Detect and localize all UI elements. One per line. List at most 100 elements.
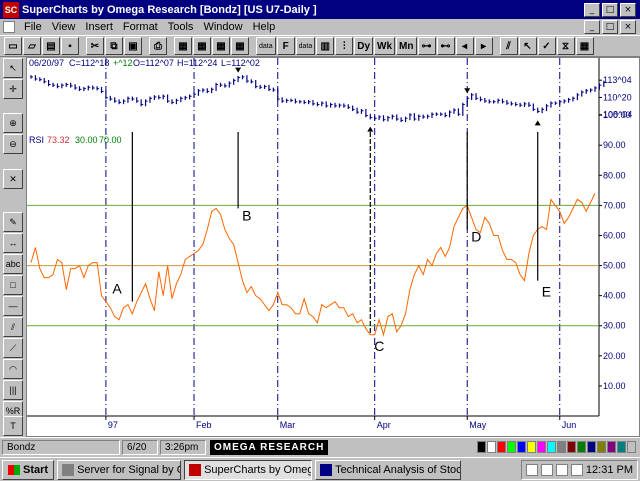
print-icon[interactable]: ⎙	[149, 37, 167, 55]
window-title: SuperCharts by Omega Research [Bondz] [U…	[22, 3, 317, 16]
rectangle-icon[interactable]: □	[3, 275, 23, 295]
indicator-icon[interactable]: ⫽	[499, 37, 518, 55]
color-swatch[interactable]	[507, 441, 516, 453]
arrow-pointer-icon[interactable]: ↖	[3, 58, 23, 78]
new-icon[interactable]: ▭	[4, 37, 22, 55]
color-swatch[interactable]	[487, 441, 496, 453]
rsi-label: RSI	[29, 135, 44, 145]
color-swatch[interactable]	[537, 441, 546, 453]
app-icon[interactable]: SC	[3, 1, 19, 18]
table-icon[interactable]: ▦	[231, 37, 249, 55]
color-swatch[interactable]	[587, 441, 596, 453]
clock[interactable]: 12:31 PM	[586, 464, 633, 476]
copy-icon[interactable]: ⧉	[105, 37, 123, 55]
color-swatch[interactable]	[607, 441, 616, 453]
menu-bar: File View Insert Format Tools Window Hel…	[0, 19, 640, 35]
close-icon[interactable]: ×	[620, 2, 636, 17]
menu-insert[interactable]: Insert	[80, 21, 118, 33]
horizontal-line-icon[interactable]: ↔	[3, 233, 23, 253]
menu-window[interactable]: Window	[198, 21, 247, 33]
tray-network-icon[interactable]	[525, 463, 538, 476]
cycle-lines-icon[interactable]: |||	[3, 380, 23, 400]
bar-chart-icon[interactable]: ▥	[316, 37, 335, 55]
doc-close-icon[interactable]: ×	[620, 20, 636, 34]
color-swatch[interactable]	[527, 441, 536, 453]
menu-view[interactable]: View	[47, 21, 81, 33]
chart-window[interactable]: 06/20/97 C=112^18 +^12 O=112^07 H=112^24…	[26, 57, 640, 437]
color-swatch[interactable]	[567, 441, 576, 453]
doc-restore-icon[interactable]: □	[602, 20, 618, 34]
doc-minimize-icon[interactable]: _	[584, 20, 600, 34]
color-swatch[interactable]	[597, 441, 606, 453]
zoom-out-icon[interactable]: ⊖	[3, 134, 23, 154]
line-tool-icon[interactable]: —	[3, 296, 23, 316]
trendline-icon[interactable]: T	[3, 416, 23, 436]
menu-tools[interactable]: Tools	[163, 21, 199, 33]
pointer-icon[interactable]: ↖	[518, 37, 537, 55]
crosshair-icon[interactable]: ✛	[3, 79, 23, 99]
save-icon[interactable]: ▪	[61, 37, 79, 55]
task-technical-analysis[interactable]: Technical Analysis of Stoc...	[315, 459, 462, 480]
scroll-left-icon[interactable]: ◂	[455, 37, 474, 55]
color-swatch[interactable]	[627, 441, 636, 453]
data-button-a[interactable]: data	[256, 37, 276, 55]
paste-icon[interactable]: ▣	[124, 37, 142, 55]
text-tool-icon[interactable]: abc	[3, 254, 23, 274]
color-swatch[interactable]	[517, 441, 526, 453]
grid3-icon[interactable]: ▦	[212, 37, 230, 55]
month-label: May	[469, 420, 487, 430]
color-swatch[interactable]	[617, 441, 626, 453]
menu-file[interactable]: File	[19, 21, 47, 33]
readout-open: O=112^07	[133, 58, 174, 68]
cut-icon[interactable]: ✂	[86, 37, 104, 55]
menu-help[interactable]: Help	[248, 21, 281, 33]
rsi-tick-label: 10.00	[603, 381, 626, 391]
readout-change: +^12	[113, 58, 133, 68]
color-swatch[interactable]	[477, 441, 486, 453]
open-icon[interactable]: ▱	[23, 37, 41, 55]
chart-svg[interactable]: 06/20/97 C=112^18 +^12 O=112^07 H=112^24…	[27, 58, 639, 436]
readout-high: H=112^24	[177, 58, 217, 68]
start-button[interactable]: Start	[2, 459, 55, 480]
rsi-tick-label: 90.00	[603, 140, 626, 150]
rsi-tick-label: 80.00	[603, 170, 626, 180]
tray-volume-icon[interactable]	[540, 463, 553, 476]
zoom-out-icon[interactable]: ⊷	[436, 37, 455, 55]
task-supercharts[interactable]: SuperCharts by Omeg...	[184, 459, 313, 480]
scroll-right-icon[interactable]: ▸	[474, 37, 493, 55]
minimize-icon[interactable]: _	[584, 2, 600, 17]
open-folder-icon[interactable]: ▤	[42, 37, 60, 55]
candle-icon[interactable]: ⫶	[335, 37, 354, 55]
color-swatch[interactable]	[547, 441, 556, 453]
grid-icon[interactable]: ▦	[174, 37, 192, 55]
strategy-icon[interactable]: ✓	[537, 37, 556, 55]
color-swatch[interactable]	[557, 441, 566, 453]
title-bar[interactable]: SC SuperCharts by Omega Research [Bondz]…	[0, 0, 640, 19]
pencil-icon[interactable]: ✎	[3, 212, 23, 232]
maximize-icon[interactable]: □	[602, 2, 618, 17]
speed-line-icon[interactable]: ⟋	[3, 338, 23, 358]
rsi-tick-label: 20.00	[603, 351, 626, 361]
data-button-b[interactable]: data	[295, 37, 316, 55]
grid2-icon[interactable]: ▦	[193, 37, 211, 55]
zoom-in-icon[interactable]: ⊶	[417, 37, 436, 55]
tray-monitor-icon[interactable]	[570, 463, 583, 476]
fibonacci-icon[interactable]: ⫽	[3, 317, 23, 337]
format-icon[interactable]: F	[276, 37, 295, 55]
delete-drawing-icon[interactable]: ✕	[3, 169, 23, 189]
arrow-up-icon	[534, 120, 541, 126]
task-server-signal[interactable]: Server for Signal by Omeg...	[57, 459, 182, 480]
grid-settings-icon[interactable]: ▦	[575, 37, 594, 55]
wk-button[interactable]: Wk	[374, 37, 396, 55]
tray-app-icon[interactable]	[555, 463, 568, 476]
arc-icon[interactable]: ◠	[3, 359, 23, 379]
color-swatch[interactable]	[577, 441, 586, 453]
dy-button[interactable]: Dy	[354, 37, 374, 55]
expert-icon[interactable]: ⧖	[556, 37, 575, 55]
mn-button[interactable]: Mn	[396, 37, 417, 55]
document-icon[interactable]	[3, 21, 15, 33]
color-swatch[interactable]	[497, 441, 506, 453]
menu-format[interactable]: Format	[118, 21, 163, 33]
readout-low: L=112^02	[221, 58, 260, 68]
zoom-in-icon[interactable]: ⊕	[3, 113, 23, 133]
